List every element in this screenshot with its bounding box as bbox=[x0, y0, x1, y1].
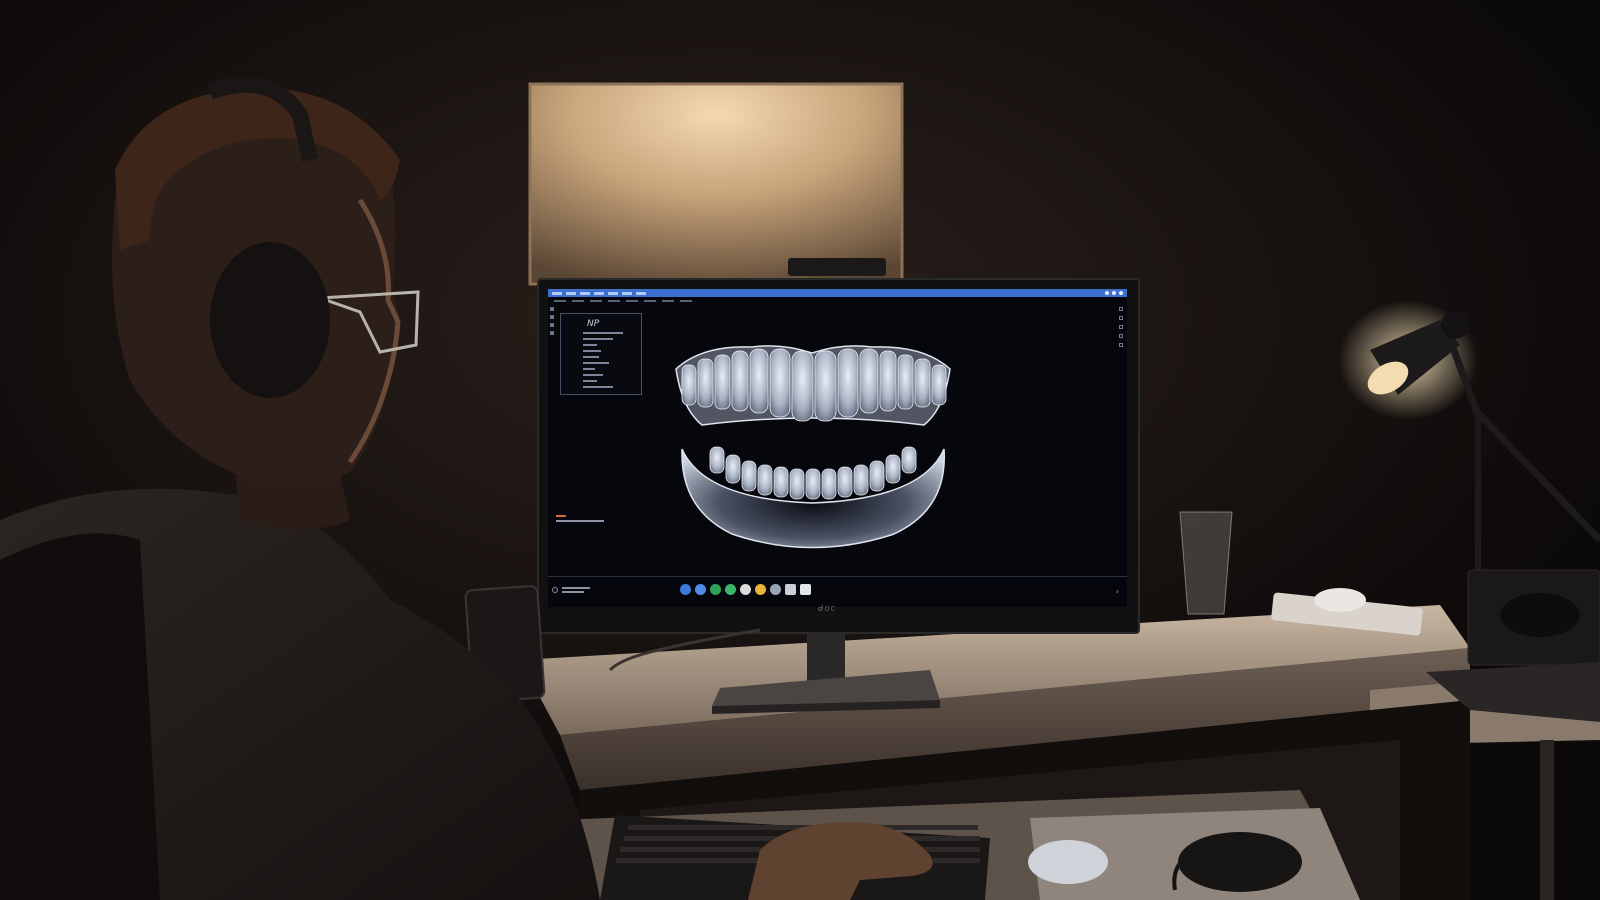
view-tool-button[interactable] bbox=[1118, 334, 1123, 338]
app-icon-settings[interactable] bbox=[770, 584, 781, 595]
title-tab[interactable] bbox=[566, 291, 576, 295]
title-tab[interactable] bbox=[608, 291, 618, 295]
monitor-brand: ᑯoc bbox=[817, 603, 837, 613]
app-icon-blue[interactable] bbox=[680, 584, 691, 595]
app-icon-white[interactable] bbox=[740, 584, 751, 595]
tool-button[interactable] bbox=[550, 315, 554, 319]
app-icon-blue-2[interactable] bbox=[695, 584, 706, 595]
title-tab[interactable] bbox=[636, 291, 646, 295]
status-text bbox=[556, 520, 604, 522]
panel-item[interactable] bbox=[583, 374, 603, 376]
menu-item[interactable] bbox=[662, 299, 674, 302]
info-text bbox=[562, 587, 590, 589]
view-tool-button[interactable] bbox=[1118, 307, 1123, 311]
wall-light-panel bbox=[530, 84, 902, 284]
panel-item[interactable] bbox=[583, 332, 623, 334]
maximize-button[interactable] bbox=[1112, 291, 1116, 295]
view-tool-button[interactable] bbox=[1118, 343, 1123, 347]
title-tab[interactable] bbox=[580, 291, 590, 295]
bottom-left-info bbox=[552, 585, 592, 597]
app-icon-document[interactable] bbox=[800, 584, 811, 595]
panel-item[interactable] bbox=[583, 386, 613, 388]
status-line bbox=[556, 515, 616, 529]
mouse-black bbox=[1178, 832, 1302, 892]
menu-item[interactable] bbox=[554, 299, 566, 302]
monitor-screen: NP › bbox=[548, 289, 1127, 607]
chevron-right-icon[interactable]: › bbox=[1116, 587, 1119, 596]
title-tab[interactable] bbox=[552, 291, 562, 295]
desk-puck bbox=[1314, 588, 1366, 612]
menu-item[interactable] bbox=[608, 299, 620, 302]
webcam bbox=[788, 258, 886, 276]
dental-3d-model[interactable] bbox=[672, 339, 954, 553]
panel-item[interactable] bbox=[583, 356, 599, 358]
layers-panel: NP bbox=[560, 313, 642, 395]
panel-item[interactable] bbox=[583, 344, 597, 346]
panel-item-list bbox=[583, 332, 623, 392]
menu-bar bbox=[548, 297, 1127, 304]
menu-item[interactable] bbox=[644, 299, 656, 302]
tool-button[interactable] bbox=[550, 331, 554, 335]
panel-logo: NP bbox=[587, 319, 600, 329]
menu-item[interactable] bbox=[590, 299, 602, 302]
panel-item[interactable] bbox=[583, 368, 595, 370]
menu-item[interactable] bbox=[626, 299, 638, 302]
status-indicator bbox=[556, 515, 566, 517]
panel-item[interactable] bbox=[583, 362, 609, 364]
app-icon-green[interactable] bbox=[710, 584, 721, 595]
menu-item[interactable] bbox=[680, 299, 692, 302]
menu-item[interactable] bbox=[572, 299, 584, 302]
view-tool-button[interactable] bbox=[1118, 316, 1123, 320]
app-title-bar bbox=[548, 289, 1127, 297]
title-tab[interactable] bbox=[594, 291, 604, 295]
app-dock bbox=[680, 584, 811, 595]
left-toolbar bbox=[550, 307, 555, 347]
tool-button[interactable] bbox=[550, 323, 554, 327]
view-tool-button[interactable] bbox=[1118, 325, 1123, 329]
panel-item[interactable] bbox=[583, 338, 613, 340]
panel-item[interactable] bbox=[583, 350, 601, 352]
tool-button[interactable] bbox=[550, 307, 554, 311]
app-icon-green-2[interactable] bbox=[725, 584, 736, 595]
app-icon-calendar[interactable] bbox=[785, 584, 796, 595]
right-toolbar bbox=[1118, 307, 1123, 367]
mouse-white bbox=[1028, 840, 1108, 884]
minimize-button[interactable] bbox=[1105, 291, 1109, 295]
panel-item[interactable] bbox=[583, 380, 597, 382]
title-tab[interactable] bbox=[622, 291, 632, 295]
close-button[interactable] bbox=[1119, 291, 1123, 295]
refresh-icon[interactable] bbox=[552, 587, 558, 593]
info-text bbox=[562, 591, 584, 593]
glass bbox=[1179, 511, 1233, 615]
app-icon-chrome[interactable] bbox=[755, 584, 766, 595]
